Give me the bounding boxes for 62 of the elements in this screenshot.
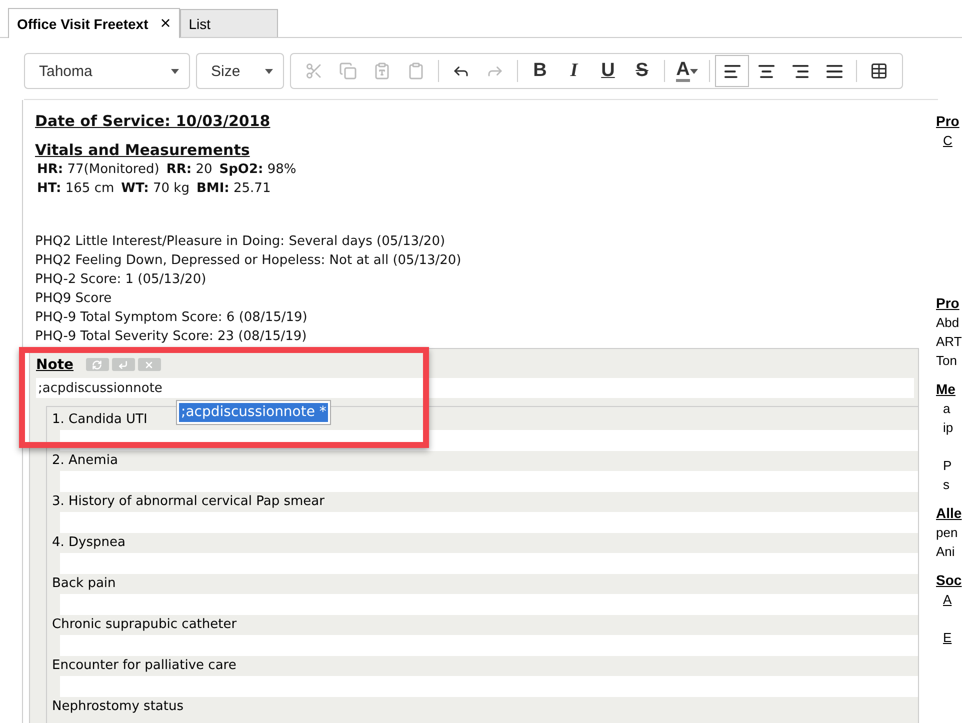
- problem-item: 4. Dyspnea: [52, 535, 126, 550]
- vital-reading: HR: 77(Monitored): [37, 161, 160, 179]
- side-text: Ton: [936, 352, 958, 370]
- section-heading: Pro: [936, 294, 960, 313]
- enter-button[interactable]: [112, 358, 135, 371]
- link[interactable]: A: [936, 590, 962, 609]
- caret-icon: [171, 68, 179, 74]
- problem-item: 3. History of abnormal cervical Pap smear: [52, 494, 324, 509]
- score-line: PHQ2 Feeling Down, Depressed or Hopeless: Not at all (05/13/20): [35, 252, 462, 270]
- section-heading: Vitals and Measurements: [35, 141, 251, 160]
- side-text: Abd: [936, 314, 960, 332]
- link[interactable]: E: [936, 628, 962, 647]
- score-line: PHQ-9 Total Symptom Score: 6 (08/15/19): [35, 309, 308, 327]
- vital-reading: BMI: 25.71: [196, 180, 271, 198]
- cut-icon: [305, 62, 323, 80]
- vital-reading: SpO2: 98%: [219, 161, 296, 179]
- section-heading: Pro: [936, 112, 960, 131]
- link[interactable]: C: [936, 131, 962, 150]
- refresh-icon: [92, 360, 102, 370]
- side-text: pen: [936, 524, 959, 542]
- side-text: a: [942, 400, 952, 418]
- side-text: P: [942, 457, 953, 475]
- close-button[interactable]: [138, 358, 161, 371]
- caret-icon: [265, 68, 273, 74]
- suggestion-item[interactable]: ;acpdiscussionnote *: [179, 403, 328, 422]
- note-title: Note: [36, 356, 74, 372]
- vital-reading: RR: 20: [166, 161, 212, 179]
- vital-reading: HT: 165 cm: [37, 180, 114, 198]
- score-line: PHQ2 Little Interest/Pleasure in Doing: Several days (05/13/20): [35, 233, 446, 251]
- enter-icon: [118, 360, 128, 370]
- note-input[interactable]: ;acpdiscussionnote: [36, 378, 914, 398]
- section-heading: Soc: [936, 571, 962, 590]
- problem-item: Chronic suprapubic catheter: [52, 617, 237, 632]
- date-heading: Date of Service: 10/03/2018: [35, 112, 272, 131]
- side-text: s: [942, 476, 950, 494]
- size-select[interactable]: Size: [196, 53, 284, 89]
- close-icon: [144, 360, 154, 370]
- side-text: ip: [942, 419, 954, 437]
- tab[interactable]: Office Visit Freetext ×: [8, 8, 180, 38]
- caret-icon: [690, 68, 698, 74]
- close-tab-button[interactable]: ×: [160, 13, 171, 34]
- problem-item: Nephrostomy status: [52, 699, 184, 714]
- side-text: ART: [936, 333, 962, 351]
- align-left-button[interactable]: [715, 55, 749, 87]
- table-icon: [870, 62, 888, 80]
- score-line: PHQ9 Score: [35, 290, 113, 308]
- vital-reading: WT: 70 kg: [121, 180, 190, 198]
- copy-icon: [339, 62, 357, 80]
- problem-item: 2. Anemia: [52, 453, 118, 468]
- score-line: PHQ-2 Score: 1 (05/13/20): [35, 271, 208, 289]
- font-select[interactable]: Tahoma: [24, 53, 190, 89]
- problem-item: Back pain: [52, 576, 116, 591]
- problem-item: Encounter for palliative care: [52, 658, 236, 673]
- tab[interactable]: List: [180, 9, 278, 37]
- side-text: Ani: [936, 543, 956, 561]
- paste-icon: [407, 62, 425, 80]
- paste-text-icon: [373, 62, 391, 80]
- section-heading: Me: [936, 380, 956, 399]
- problem-item: 1. Candida UTI: [52, 412, 148, 427]
- score-line: PHQ-9 Total Severity Score: 23 (08/15/19): [35, 328, 308, 346]
- section-heading: Alle: [936, 504, 962, 523]
- refresh-button[interactable]: [86, 358, 109, 371]
